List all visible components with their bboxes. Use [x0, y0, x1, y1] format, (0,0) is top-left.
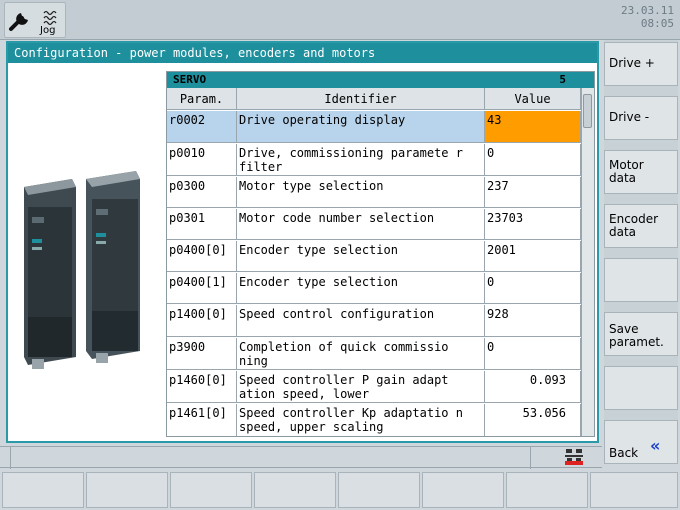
identifier-cell: Speed controller Kp adaptatio n speed, u…	[237, 404, 485, 436]
status-divider	[10, 447, 11, 469]
param-cell: p0400[0]	[167, 241, 237, 271]
encoder-data-label-2: data	[609, 225, 637, 239]
value-cell[interactable]: 23703	[485, 209, 581, 239]
config-window: Configuration - power modules, encoders …	[6, 41, 599, 443]
identifier-cell: Drive operating display	[237, 111, 485, 142]
identifier-cell: Encoder type selection	[237, 273, 485, 303]
drive-modules-image	[10, 67, 160, 439]
softkey-h2[interactable]	[86, 472, 168, 508]
drive-header: SERVO 5	[167, 72, 594, 88]
param-cell: r0002	[167, 111, 237, 142]
column-header-value: Value	[485, 88, 581, 110]
identifier-cell: Encoder type selection	[237, 241, 485, 271]
identifier-cell: Motor type selection	[237, 177, 485, 207]
rcs-network-icon	[565, 449, 583, 465]
table-row[interactable]: p0010 Drive, commissioning paramete r fi…	[167, 144, 581, 176]
value-cell[interactable]: 43	[485, 111, 581, 142]
identifier-cell: Speed controller P gain adapt ation spee…	[237, 371, 485, 402]
time-text: 08:05	[640, 17, 674, 30]
save-parameters-button[interactable]: Save paramet.	[604, 312, 678, 356]
status-divider	[530, 447, 531, 469]
value-cell[interactable]: 237	[485, 177, 581, 207]
window-title: Configuration - power modules, encoders …	[8, 43, 597, 63]
drive-name: SERVO	[173, 73, 207, 86]
table-row[interactable]: p3900 Completion of quick commissio ning…	[167, 338, 581, 370]
softkey-h6[interactable]	[422, 472, 504, 508]
param-cell: p1400[0]	[167, 305, 237, 336]
table-row[interactable]: r0002 Drive operating display 43	[167, 111, 581, 143]
double-chevron-left-icon: «	[650, 436, 661, 455]
softkey-h5[interactable]	[338, 472, 420, 508]
param-cell: p0400[1]	[167, 273, 237, 303]
param-cell: p0010	[167, 144, 237, 175]
column-header-param: Param.	[167, 88, 237, 110]
save-label-2: paramet.	[609, 335, 664, 349]
motor-data-label-2: data	[609, 171, 637, 185]
date-time-display: 23.03.11 08:05	[621, 4, 674, 30]
softkey-h1[interactable]	[2, 472, 84, 508]
identifier-cell: Drive, commissioning paramete r filter	[237, 144, 485, 175]
softkey-h7[interactable]	[506, 472, 588, 508]
header-bar	[0, 0, 680, 40]
identifier-cell: Completion of quick commissio ning	[237, 338, 485, 369]
identifier-cell: Motor code number selection	[237, 209, 485, 239]
softkey-h4[interactable]	[254, 472, 336, 508]
value-cell[interactable]: 53.056	[485, 404, 581, 436]
motor-data-button[interactable]: Motor data	[604, 150, 678, 194]
param-cell: p1461[0]	[167, 404, 237, 436]
param-cell: p3900	[167, 338, 237, 369]
softkey-empty-7[interactable]	[604, 366, 678, 410]
encoder-data-button[interactable]: Encoder data	[604, 204, 678, 248]
param-cell: p0301	[167, 209, 237, 239]
date-text: 23.03.11	[621, 4, 674, 17]
column-header-identifier: Identifier	[237, 88, 485, 110]
table-row[interactable]: p1461[0] Speed controller Kp adaptatio n…	[167, 404, 581, 436]
softkey-empty-5[interactable]	[604, 258, 678, 302]
table-row[interactable]: p0400[1] Encoder type selection 0	[167, 273, 581, 304]
wrench-icon	[9, 13, 28, 31]
table-scrollbar[interactable]	[581, 88, 594, 436]
parameter-table: SERVO 5 Param. Identifier Value r0002 Dr…	[166, 71, 595, 437]
value-cell[interactable]: 0	[485, 144, 581, 175]
param-cell: p1460[0]	[167, 371, 237, 402]
value-cell[interactable]: 2001	[485, 241, 581, 271]
mode-label: Jog	[40, 25, 56, 36]
param-cell: p0300	[167, 177, 237, 207]
table-row[interactable]: p1460[0] Speed controller P gain adapt a…	[167, 371, 581, 403]
value-cell[interactable]: 0	[485, 338, 581, 369]
drive-number: 5	[559, 73, 566, 86]
identifier-cell: Speed control configuration	[237, 305, 485, 336]
table-row[interactable]: p1400[0] Speed control configuration 928	[167, 305, 581, 337]
softkey-h3[interactable]	[170, 472, 252, 508]
back-button[interactable]: Back	[604, 420, 678, 464]
scrollbar-thumb[interactable]	[583, 94, 592, 128]
value-cell[interactable]: 0	[485, 273, 581, 303]
status-bar	[0, 446, 602, 469]
softkey-h8[interactable]	[590, 472, 678, 508]
drive-minus-button[interactable]: Drive -	[604, 96, 678, 140]
value-cell[interactable]: 928	[485, 305, 581, 336]
table-row[interactable]: p0301 Motor code number selection 23703	[167, 209, 581, 240]
table-row[interactable]: p0400[0] Encoder type selection 2001	[167, 241, 581, 272]
value-cell[interactable]: 0.093	[485, 371, 581, 402]
drive-plus-button[interactable]: Drive +	[604, 42, 678, 86]
table-row[interactable]: p0300 Motor type selection 237	[167, 177, 581, 208]
